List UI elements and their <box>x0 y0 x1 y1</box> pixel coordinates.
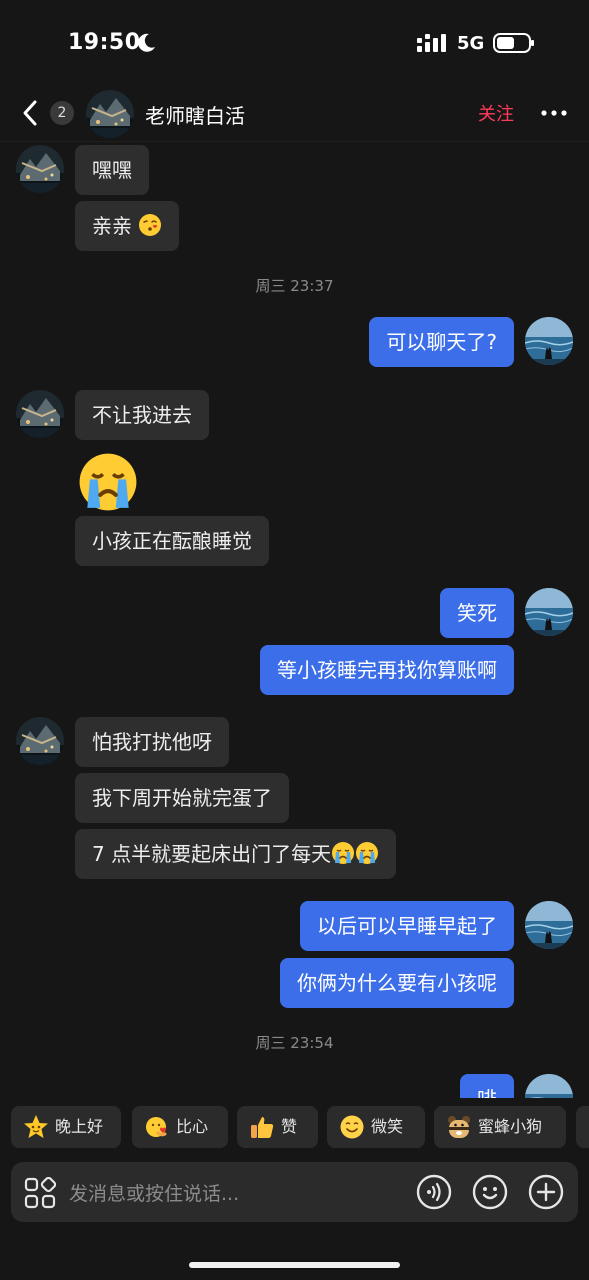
contact-name[interactable]: 老师瞎白活 <box>145 100 245 129</box>
message-input-bar: 发消息或按住说话... <box>11 1162 578 1222</box>
bee-dog-icon <box>448 1116 470 1138</box>
quick-reply-chip[interactable]: 微笑 <box>327 1106 425 1148</box>
message-text: 亲亲 <box>92 214 132 238</box>
message-timestamp: 周三 23:37 <box>255 277 334 295</box>
loudly-crying-face-icon[interactable] <box>77 451 139 513</box>
message-text: 不让我进去 <box>92 403 192 427</box>
message-bubble-incoming[interactable]: 7 点半就要起床出门了每天 <box>75 829 397 879</box>
contact-avatar[interactable] <box>86 90 134 138</box>
message-text: 等小孩睡完再找你算账啊 <box>277 658 497 682</box>
message-bubble-incoming[interactable]: 亲亲 <box>75 201 180 251</box>
message-text: 你俩为什么要有小孩呢 <box>297 971 497 995</box>
message-bubble-incoming[interactable]: 不让我进去 <box>75 390 209 440</box>
message-timestamp: 周三 23:54 <box>255 1034 334 1052</box>
status-bar: 19:50 5G <box>0 0 589 88</box>
quick-reply-label: 赞 <box>281 1117 298 1136</box>
emoji-icon[interactable] <box>472 1174 508 1210</box>
quick-reply-chip[interactable]: 蜜蜂小狗 <box>434 1106 566 1148</box>
moon-icon <box>138 33 155 52</box>
message-bubble-incoming[interactable]: 怕我打扰他呀 <box>75 717 229 767</box>
message-text: 7 点半就要起床出门了每天 <box>92 842 332 866</box>
message-text: 我下周开始就完蛋了 <box>92 786 272 810</box>
kissing-face-icon <box>138 213 162 237</box>
message-bubble-outgoing[interactable]: 你俩为什么要有小孩呢 <box>280 958 514 1008</box>
network-label: 5G <box>457 33 485 54</box>
battery-icon <box>493 33 534 53</box>
loudly-crying-face-icon <box>331 841 355 865</box>
heart-hands-icon <box>146 1117 167 1137</box>
star-face-icon <box>24 1115 48 1138</box>
voice-icon[interactable] <box>416 1174 452 1210</box>
message-bubble-incoming[interactable]: 我下周开始就完蛋了 <box>75 773 289 823</box>
message-text: 以后可以早睡早起了 <box>317 914 497 938</box>
my-avatar[interactable] <box>525 901 573 949</box>
message-bubble-incoming[interactable]: 嘿嘿 <box>75 145 149 195</box>
chat-header: 2 老师瞎白活 关注 <box>0 88 589 142</box>
contact-avatar[interactable] <box>16 390 64 438</box>
quick-reply-label: 比心 <box>176 1117 209 1136</box>
message-bubble-incoming[interactable]: 小孩正在酝酿睡觉 <box>75 516 269 566</box>
unread-count-badge[interactable]: 2 <box>50 101 74 125</box>
quick-reply-bar: 晚上好 比心 赞 微笑 蜜蜂小狗 <box>0 1106 589 1152</box>
apps-grid-icon[interactable] <box>24 1177 56 1209</box>
loudly-crying-face-icon <box>355 841 379 865</box>
contact-avatar[interactable] <box>16 145 64 193</box>
my-avatar[interactable] <box>525 317 573 365</box>
quick-reply-label: 微笑 <box>371 1117 404 1136</box>
follow-button[interactable]: 关注 <box>478 100 514 126</box>
my-avatar[interactable] <box>525 1074 573 1098</box>
quick-reply-chip-partial[interactable] <box>576 1106 589 1148</box>
plus-icon[interactable] <box>528 1174 564 1210</box>
message-bubble-outgoing[interactable]: 等小孩睡完再找你算账啊 <box>260 645 514 695</box>
smile-icon <box>340 1115 364 1139</box>
message-list[interactable]: 嘿嘿 亲亲 周三 23:37 可以聊天了? 不让我进去 小孩正在酝酿睡觉 笑死 … <box>0 143 589 1098</box>
message-text: 小孩正在酝酿睡觉 <box>92 529 252 553</box>
more-options-icon[interactable] <box>541 110 567 116</box>
message-bubble-outgoing[interactable]: 啡 <box>460 1074 514 1098</box>
back-arrow-icon[interactable] <box>18 98 44 128</box>
quick-reply-label: 晚上好 <box>55 1117 104 1136</box>
home-indicator[interactable] <box>189 1262 400 1268</box>
message-text: 笑死 <box>457 601 497 625</box>
thumbs-up-icon <box>251 1117 274 1138</box>
signal-icon <box>417 34 446 52</box>
contact-avatar[interactable] <box>16 717 64 765</box>
message-text: 可以聊天了? <box>386 330 497 354</box>
message-input[interactable]: 发消息或按住说话... <box>69 1179 239 1206</box>
quick-reply-label: 蜜蜂小狗 <box>478 1117 543 1136</box>
quick-reply-chip[interactable]: 比心 <box>132 1106 228 1148</box>
quick-reply-chip[interactable]: 晚上好 <box>11 1106 121 1148</box>
quick-reply-chip[interactable]: 赞 <box>237 1106 318 1148</box>
status-time: 19:50 <box>68 30 141 55</box>
message-text: 嘿嘿 <box>92 158 132 182</box>
message-bubble-outgoing[interactable]: 笑死 <box>440 588 514 638</box>
message-bubble-outgoing[interactable]: 可以聊天了? <box>369 317 514 367</box>
message-text: 啡 <box>477 1087 497 1098</box>
message-text: 怕我打扰他呀 <box>92 730 212 754</box>
my-avatar[interactable] <box>525 588 573 636</box>
message-bubble-outgoing[interactable]: 以后可以早睡早起了 <box>300 901 514 951</box>
